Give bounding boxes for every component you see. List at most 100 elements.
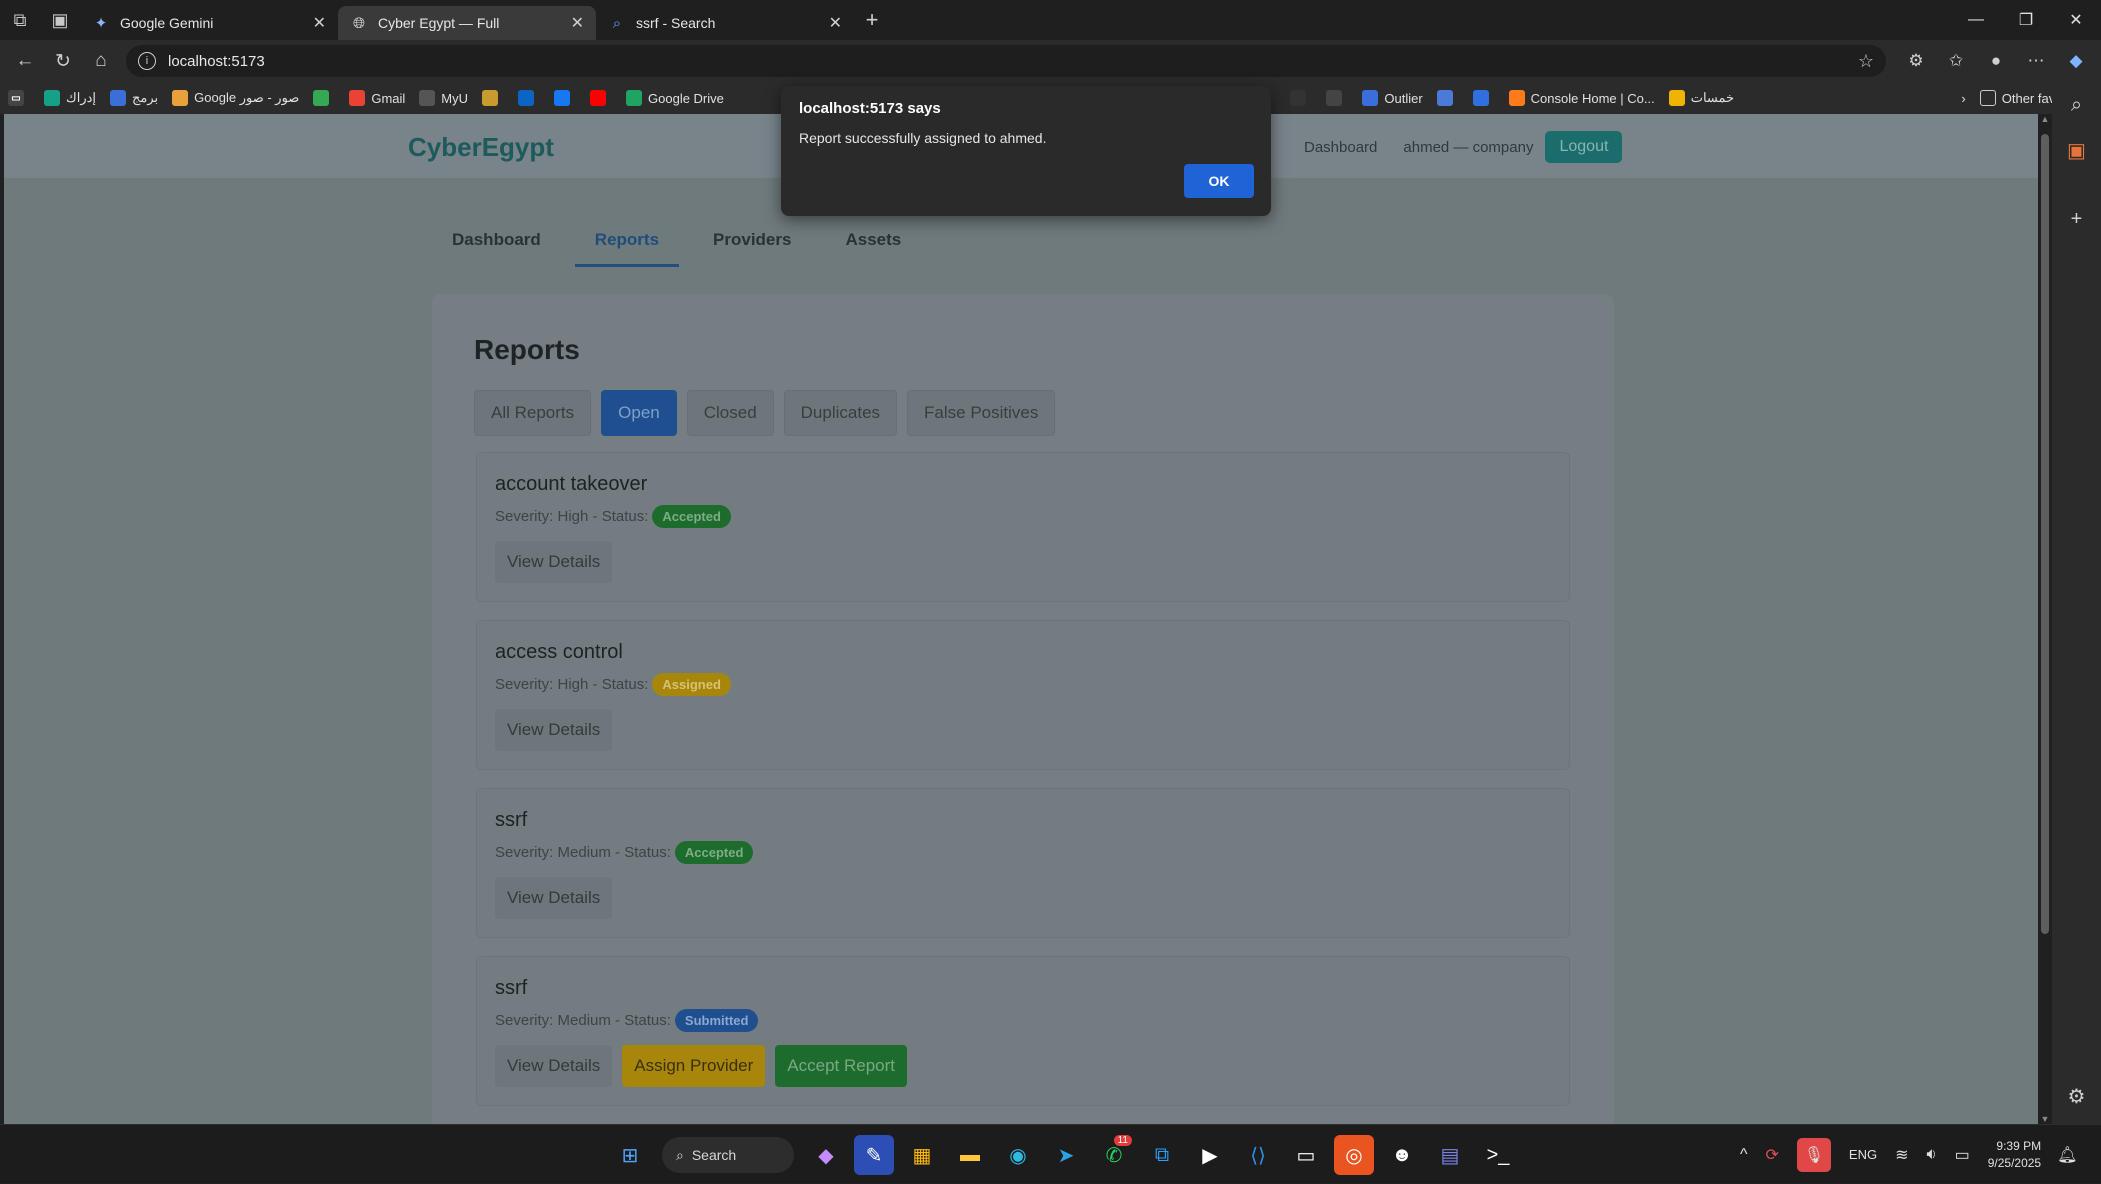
favorite-link[interactable] (313, 90, 335, 106)
brand-logo[interactable]: CyberEgypt (408, 132, 554, 163)
favorites-toggle-icon[interactable]: ▭ (8, 90, 30, 106)
favorite-link[interactable]: Console Home | Co... (1508, 90, 1655, 106)
favorite-link[interactable] (1290, 90, 1312, 106)
favorite-link[interactable]: Outlier (1362, 90, 1423, 106)
filter-duplicates[interactable]: Duplicates (783, 390, 898, 436)
scroll-up-icon[interactable]: ▲ (2038, 114, 2052, 124)
new-tab-icon[interactable]: + (854, 2, 890, 38)
favorite-link[interactable] (554, 90, 576, 106)
language-indicator[interactable]: ENG (1849, 1147, 1877, 1162)
app-icon[interactable]: ☻ (1382, 1135, 1422, 1175)
media-player-icon[interactable]: ▶ (1190, 1135, 1230, 1175)
favorites-icon[interactable]: ✩ (1936, 42, 1976, 80)
address-bar[interactable]: i localhost:5173 ☆ (126, 45, 1886, 77)
page-scrollbar[interactable]: ▲ ▼ (2038, 114, 2052, 1124)
copilot-app-icon[interactable]: ◆ (806, 1135, 846, 1175)
restore-icon[interactable]: ❐ (2001, 0, 2051, 40)
view-details-button[interactable]: View Details (495, 541, 613, 583)
favorites-overflow-icon[interactable]: › (1961, 91, 1965, 106)
favorite-link[interactable] (1436, 90, 1459, 106)
favorite-link[interactable] (590, 90, 612, 106)
store-icon[interactable]: ▦ (902, 1135, 942, 1175)
filter-false-positives[interactable]: False Positives (907, 390, 1056, 436)
header-dashboard-link[interactable]: Dashboard (1304, 139, 1377, 156)
extensions-icon[interactable]: ⚙ (1896, 42, 1936, 80)
dialog-ok-button[interactable]: OK (1184, 164, 1254, 198)
sidebar-search-icon[interactable]: ⌕ (2052, 94, 2101, 117)
more-icon[interactable]: ⋯ (2016, 42, 2056, 80)
favorite-link[interactable]: إدراك (44, 90, 96, 106)
ubuntu-icon[interactable]: ◎ (1334, 1135, 1374, 1175)
clock[interactable]: 9:39 PM 9/25/2025 (1988, 1138, 2041, 1172)
teams-icon[interactable]: ▤ (1430, 1135, 1470, 1175)
favorite-link[interactable]: Google صور - صور (172, 90, 299, 106)
report-item: access control Severity: High - Status: A… (476, 620, 1570, 770)
browser-tab-cyber-egypt[interactable]: 🌐︎ Cyber Egypt — Full ✕ (338, 6, 596, 40)
filter-closed[interactable]: Closed (686, 390, 774, 436)
microphone-icon[interactable]: 🎙︎ (1796, 1137, 1831, 1172)
sidebar-office-icon[interactable]: ▣ (2052, 138, 2101, 163)
sync-icon[interactable]: ⟳ (1766, 1145, 1779, 1165)
assign-provider-button[interactable]: Assign Provider (622, 1045, 766, 1087)
terminal-icon[interactable]: >_ (1478, 1135, 1518, 1175)
app-icon[interactable]: ✎ (854, 1135, 894, 1175)
minimize-icon[interactable]: — (1951, 0, 2001, 40)
back-icon[interactable]: ← (6, 42, 44, 80)
whatsapp-icon[interactable]: ✆ 11 (1094, 1135, 1134, 1175)
scrollbar-thumb[interactable] (2041, 134, 2049, 934)
favorite-link[interactable] (518, 90, 540, 106)
dialog-origin: localhost:5173 says (799, 100, 941, 117)
battery-icon[interactable]: ▭ (1955, 1145, 1970, 1165)
tray-overflow-icon[interactable]: ^ (1740, 1146, 1748, 1164)
close-window-icon[interactable]: ✕ (2051, 0, 2101, 40)
tab-dashboard[interactable]: Dashboard (432, 220, 561, 267)
workspaces-icon[interactable]: ⧉ (0, 0, 40, 40)
start-icon[interactable]: ⊞ (610, 1135, 650, 1175)
app-icon[interactable]: ▭ (1286, 1135, 1326, 1175)
copilot-icon[interactable]: ◆ (2056, 42, 2096, 80)
vscode-icon[interactable]: ⟨⟩ (1238, 1135, 1278, 1175)
tab-reports[interactable]: Reports (574, 220, 680, 267)
favorite-link[interactable]: Google Drive (626, 90, 724, 106)
telegram-icon[interactable]: ➤ (1046, 1135, 1086, 1175)
favorite-link[interactable]: MyU (419, 90, 468, 106)
profile-icon[interactable]: ● (1976, 42, 2016, 80)
notifications-icon[interactable]: 🔔︎ (2057, 1145, 2077, 1165)
url-text[interactable]: localhost:5173 (168, 53, 1858, 70)
browser-tab-ssrf-search[interactable]: ⌕ ssrf - Search ✕ (596, 6, 854, 40)
favorite-star-icon[interactable]: ☆ (1858, 51, 1874, 72)
filter-all-reports[interactable]: All Reports (474, 390, 592, 436)
close-tab-icon[interactable]: ✕ (829, 13, 842, 33)
favorite-link[interactable]: خمسات (1668, 90, 1734, 106)
scroll-down-icon[interactable]: ▼ (2038, 1114, 2052, 1124)
site-info-icon[interactable]: i (138, 52, 156, 70)
accept-report-button[interactable]: Accept Report (775, 1045, 908, 1087)
app-icon[interactable]: ⧉ (1142, 1135, 1182, 1175)
favorite-link[interactable]: برمج (110, 90, 158, 106)
favorite-link[interactable]: Gmail (349, 90, 405, 106)
tab-actions-icon[interactable]: ▣ (40, 0, 80, 40)
close-tab-icon[interactable]: ✕ (313, 13, 326, 33)
file-explorer-icon[interactable]: ▬ (950, 1135, 990, 1175)
volume-icon[interactable]: 🔉︎ (1927, 1146, 1937, 1164)
edge-icon[interactable]: ◉ (998, 1135, 1038, 1175)
browser-tab-gemini[interactable]: ✦ Google Gemini ✕ (80, 6, 338, 40)
tab-providers[interactable]: Providers (693, 220, 811, 267)
favorite-link[interactable] (1326, 90, 1348, 106)
refresh-icon[interactable]: ↻ (44, 42, 82, 80)
taskbar-search[interactable]: ⌕ Search (662, 1137, 794, 1173)
filter-open[interactable]: Open (601, 390, 677, 436)
favorite-favicon-icon (172, 90, 189, 106)
view-details-button[interactable]: View Details (495, 1045, 613, 1087)
sidebar-add-icon[interactable]: + (2052, 208, 2101, 231)
sidebar-settings-icon[interactable]: ⚙ (2052, 1084, 2101, 1109)
favorite-link[interactable] (482, 90, 504, 106)
favorite-link[interactable] (1472, 90, 1495, 106)
logout-button[interactable]: Logout (1545, 131, 1623, 163)
wifi-icon[interactable]: ≋ (1895, 1145, 1908, 1165)
view-details-button[interactable]: View Details (495, 877, 613, 919)
tab-assets[interactable]: Assets (825, 220, 921, 267)
view-details-button[interactable]: View Details (495, 709, 613, 751)
home-icon[interactable]: ⌂ (82, 42, 120, 80)
close-tab-icon[interactable]: ✕ (571, 13, 584, 33)
